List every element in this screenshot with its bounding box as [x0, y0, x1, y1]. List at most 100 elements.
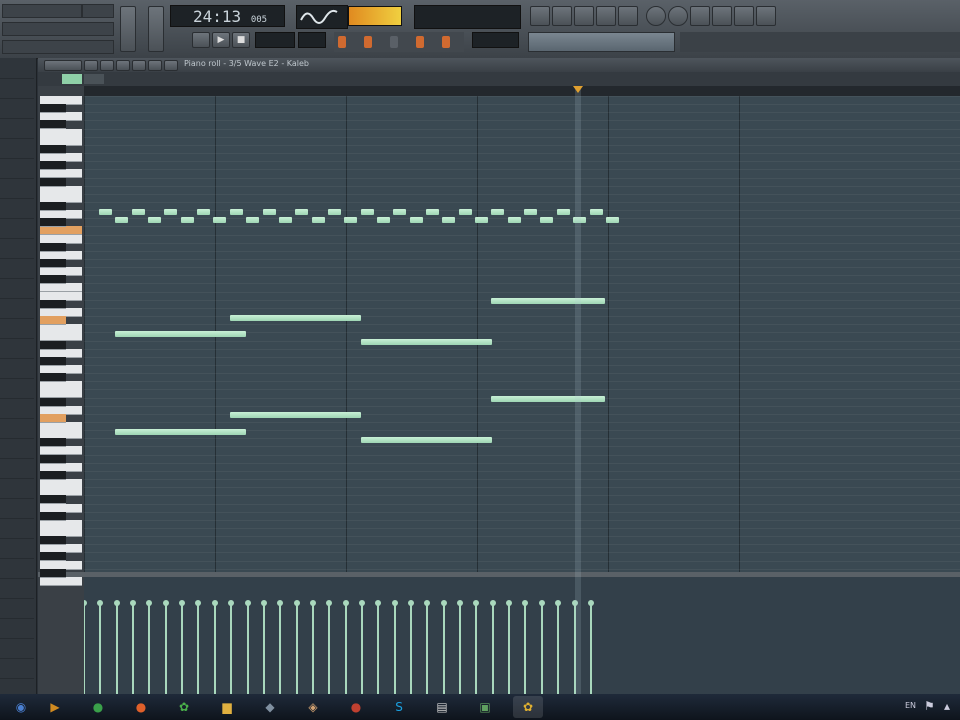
browser-item[interactable]	[0, 258, 34, 279]
plugin-picker-icon[interactable]	[668, 6, 688, 26]
browser-item[interactable]	[0, 338, 34, 359]
piano-key[interactable]	[40, 389, 82, 398]
velocity-stem[interactable]	[277, 600, 283, 694]
knob-icon[interactable]	[364, 36, 372, 48]
browser-item[interactable]	[0, 458, 34, 479]
note[interactable]	[246, 217, 259, 223]
velocity-stem[interactable]	[490, 600, 496, 694]
browser-item[interactable]	[0, 218, 34, 239]
playlist-icon[interactable]	[530, 6, 550, 26]
note[interactable]	[312, 217, 325, 223]
stop-button[interactable]: ■	[232, 32, 250, 48]
media-player-icon[interactable]: ▶	[40, 696, 70, 718]
piano-key[interactable]	[40, 218, 66, 227]
master-pitch-slider[interactable]	[148, 6, 164, 52]
browser-item[interactable]	[0, 178, 34, 199]
start-orb-icon[interactable]: ◉	[6, 696, 36, 718]
velocity-stem[interactable]	[114, 600, 120, 694]
velocity-editor[interactable]	[84, 577, 960, 694]
browser-item[interactable]	[0, 198, 34, 219]
note[interactable]	[148, 217, 161, 223]
note[interactable]	[361, 437, 492, 443]
piano-key[interactable]	[40, 495, 66, 504]
note[interactable]	[606, 217, 619, 223]
note[interactable]	[99, 209, 112, 215]
knob-icon[interactable]	[442, 36, 450, 48]
browser-item[interactable]	[0, 298, 34, 319]
window-buttons[interactable]	[82, 4, 114, 18]
velocity-stem[interactable]	[343, 600, 349, 694]
note[interactable]	[557, 209, 570, 215]
note[interactable]	[508, 217, 521, 223]
zoom-selector[interactable]	[84, 74, 104, 84]
zoom-tool-icon[interactable]	[148, 60, 162, 71]
browser-item[interactable]	[0, 438, 34, 459]
event-editor-header[interactable]	[38, 577, 84, 694]
note[interactable]	[197, 209, 210, 215]
note[interactable]	[491, 298, 605, 304]
velocity-stem[interactable]	[441, 600, 447, 694]
image-editor-icon[interactable]: ▣	[470, 696, 500, 718]
browser-item[interactable]	[0, 518, 34, 539]
piano-key[interactable]	[40, 536, 66, 545]
fl-active-icon[interactable]: ✿	[513, 696, 543, 718]
record-icon[interactable]	[646, 6, 666, 26]
fl-studio-icon[interactable]: ✿	[169, 696, 199, 718]
browser-item[interactable]	[0, 138, 34, 159]
notification-icon[interactable]: ▴	[944, 699, 950, 713]
piano-roll-menu-button[interactable]	[44, 60, 82, 71]
note[interactable]	[590, 209, 603, 215]
velocity-stem[interactable]	[473, 600, 479, 694]
browser-item[interactable]	[0, 358, 34, 379]
note[interactable]	[475, 217, 488, 223]
note[interactable]	[279, 217, 292, 223]
note[interactable]	[459, 209, 472, 215]
note[interactable]	[230, 209, 243, 215]
browser-item[interactable]	[0, 278, 34, 299]
browser-item[interactable]	[0, 558, 34, 579]
folder-icon[interactable]: ▆	[212, 696, 242, 718]
velocity-stem[interactable]	[506, 600, 512, 694]
help-icon[interactable]	[734, 6, 754, 26]
pattern-mode-button[interactable]	[192, 32, 210, 48]
piano-key[interactable]	[40, 569, 66, 578]
media-icon[interactable]: ●	[341, 696, 371, 718]
browser-item[interactable]	[0, 118, 34, 139]
snap-icon[interactable]	[164, 60, 178, 71]
note[interactable]	[213, 217, 226, 223]
note[interactable]	[361, 209, 374, 215]
velocity-stem[interactable]	[588, 600, 594, 694]
velocity-stem[interactable]	[146, 600, 152, 694]
browser-item[interactable]	[0, 318, 34, 339]
browser-item[interactable]	[0, 158, 34, 179]
browser-item[interactable]	[0, 598, 34, 619]
piano-key[interactable]	[40, 512, 66, 521]
piano-key[interactable]	[40, 398, 66, 407]
settings-icon[interactable]	[712, 6, 732, 26]
velocity-stem[interactable]	[97, 600, 103, 694]
note[interactable]	[115, 217, 128, 223]
language-indicator[interactable]: EN	[905, 701, 916, 710]
piano-key[interactable]	[40, 202, 66, 211]
tools-icon[interactable]	[690, 6, 710, 26]
note[interactable]	[181, 217, 194, 223]
piano-key[interactable]	[40, 552, 66, 561]
piano-keyboard[interactable]	[38, 86, 84, 586]
piano-key[interactable]	[40, 161, 66, 170]
note[interactable]	[393, 209, 406, 215]
velocity-stem[interactable]	[424, 600, 430, 694]
note[interactable]	[115, 429, 246, 435]
piano-key[interactable]	[40, 178, 66, 187]
velocity-stem[interactable]	[539, 600, 545, 694]
note[interactable]	[491, 396, 605, 402]
piano-key[interactable]	[40, 300, 66, 309]
browser-icon[interactable]	[596, 6, 616, 26]
piano-key[interactable]	[40, 104, 66, 113]
note[interactable]	[442, 217, 455, 223]
snap-selector[interactable]	[62, 74, 82, 84]
velocity-stem[interactable]	[522, 600, 528, 694]
velocity-stem[interactable]	[179, 600, 185, 694]
browser-item[interactable]	[0, 58, 34, 79]
piano-roll-icon[interactable]	[574, 6, 594, 26]
note[interactable]	[263, 209, 276, 215]
